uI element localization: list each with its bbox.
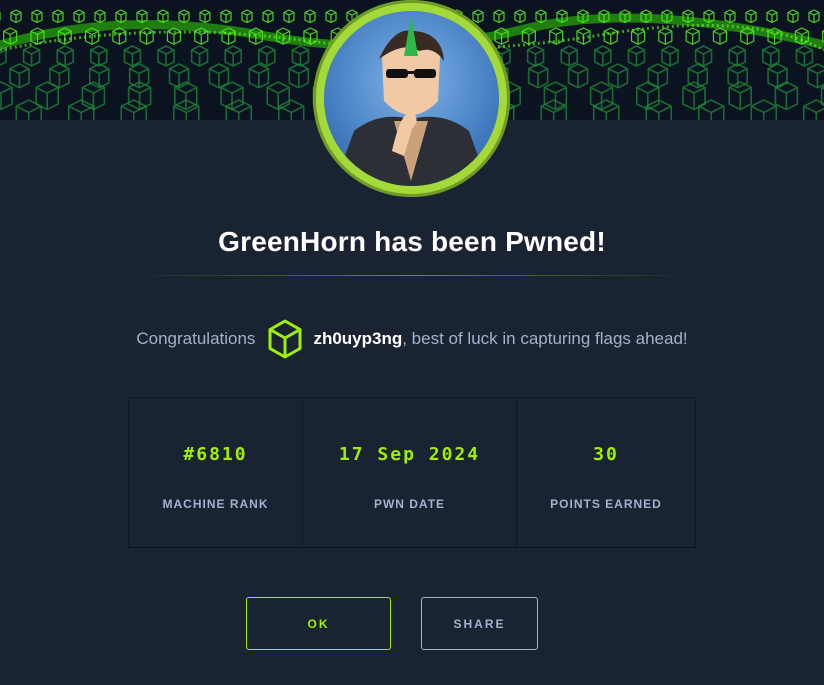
page-title: GreenHorn has been Pwned!: [218, 226, 606, 257]
banner-cube: [90, 45, 108, 67]
banner-cube: [697, 99, 725, 120]
ok-button[interactable]: OK: [246, 597, 391, 650]
banner-cube: [592, 99, 620, 120]
stat-pwn-date: 17 Sep 2024 PWN DATE: [303, 398, 517, 547]
banner-cube: [607, 63, 629, 89]
banner-cube: [603, 27, 618, 45]
stat-label: PWN DATE: [373, 497, 446, 511]
banner-cube: [178, 9, 190, 24]
banner-cube: [123, 45, 142, 67]
banner-cube: [166, 27, 182, 45]
banner-cube: [685, 27, 700, 45]
banner-cube: [56, 45, 74, 67]
banner-cube: [220, 9, 232, 24]
banner-cube: [208, 63, 230, 89]
banner-cube: [10, 9, 22, 24]
banner-cube: [712, 27, 728, 45]
banner-cube: [73, 9, 85, 24]
banner-cube: [288, 63, 310, 89]
banner-cube: [549, 27, 564, 45]
stat-machine-rank: #6810 MACHINE RANK: [129, 398, 303, 547]
congrats-suffix: , best of luck in capturing flags ahead!: [402, 329, 688, 348]
banner-cube: [527, 63, 549, 89]
congrats-prefix: Congratulations: [136, 329, 256, 348]
cube-icon: [267, 319, 303, 359]
banner-cube: [258, 45, 276, 67]
banner-cube: [658, 27, 673, 45]
banner-cube: [514, 9, 526, 24]
banner-cube: [750, 99, 778, 120]
banner-cube: [661, 45, 679, 67]
stat-label: MACHINE RANK: [162, 497, 269, 511]
banner-cube: [266, 81, 290, 111]
banner-cube: [291, 45, 310, 67]
banner-cube: [174, 81, 198, 111]
banner-cube: [52, 9, 64, 24]
congratulations-message: Congratulations zh0uyp3ng , best of luck…: [0, 318, 824, 360]
banner-cube: [694, 45, 713, 67]
banner-cube: [808, 9, 820, 24]
banner-cube: [0, 81, 13, 111]
banner-cube: [724, 9, 736, 24]
banner-cube: [802, 99, 824, 120]
banner-cube: [807, 63, 824, 89]
banner-cube: [325, 9, 337, 24]
banner-cube: [220, 81, 244, 111]
banner-cube: [277, 99, 305, 120]
banner-cube: [67, 99, 95, 120]
banner-cube: [594, 45, 612, 67]
machine-avatar-image: [324, 11, 499, 186]
stat-value: 30: [593, 444, 619, 465]
banner-cube: [795, 45, 814, 67]
banner-cube: [9, 63, 30, 89]
username: zh0uyp3ng: [313, 329, 403, 348]
banner-cube: [262, 9, 274, 24]
banner-cube: [94, 9, 106, 24]
banner-cube: [560, 45, 578, 67]
banner-cube: [627, 45, 646, 67]
banner-cube: [241, 9, 253, 24]
banner-cube: [728, 45, 746, 67]
banner-cube: [745, 9, 757, 24]
banner-cube: [526, 45, 545, 67]
banner-cube: [472, 9, 484, 24]
banner-cube: [15, 99, 43, 120]
banner-cube: [304, 9, 316, 24]
banner-cube: [767, 63, 788, 89]
banner-cube: [493, 9, 505, 24]
banner-cube: [283, 9, 295, 24]
banner-cube: [157, 45, 175, 67]
banner-cube: [22, 45, 41, 67]
stat-value: #6810: [183, 444, 248, 465]
stat-value: 17 Sep 2024: [338, 444, 481, 465]
banner-cube: [225, 99, 253, 120]
avatar: [313, 0, 510, 197]
banner-cube: [787, 9, 799, 24]
banner-cube: [112, 27, 127, 45]
banner-cube: [168, 63, 190, 89]
banner-cube: [766, 9, 778, 24]
banner-cube: [774, 81, 799, 111]
banner-cube: [139, 27, 154, 45]
share-button[interactable]: SHARE: [421, 597, 538, 650]
banner-cube: [762, 45, 780, 67]
banner-cube: [31, 9, 43, 24]
banner-cube: [224, 45, 242, 67]
banner-cube: [248, 63, 270, 89]
banner-cube: [199, 9, 211, 24]
banner-cube: [128, 63, 150, 89]
banner-cube: [190, 45, 209, 67]
banner-cube: [120, 99, 148, 120]
stat-points-earned: 30 POINTS EARNED: [517, 398, 695, 547]
stats-panel: #6810 MACHINE RANK 17 Sep 2024 PWN DATE …: [128, 397, 696, 548]
title-divider: [130, 275, 694, 276]
stat-label: POINTS EARNED: [550, 497, 662, 511]
banner-cube: [567, 63, 589, 89]
